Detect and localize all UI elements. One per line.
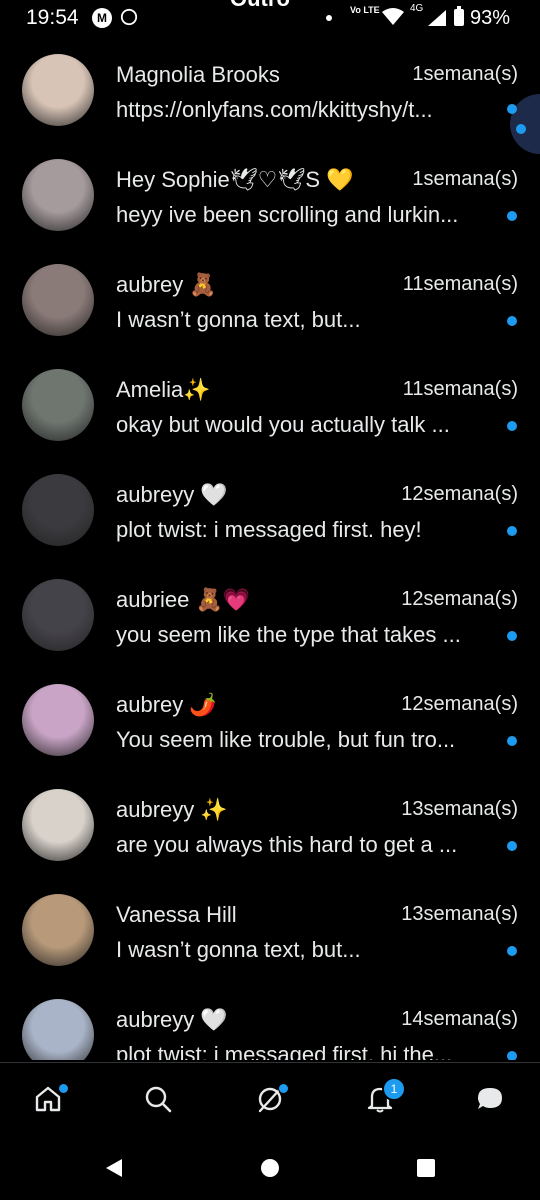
conversation-item[interactable]: aubriee 🧸💗 12semana(s) you seem like the… — [0, 563, 540, 668]
avatar[interactable] — [22, 369, 94, 441]
conversation-preview: https://onlyfans.com/kkittyshy/t... — [116, 97, 433, 122]
conversation-name: aubreyy 🤍 — [116, 1007, 228, 1032]
conversation-preview: you seem like the type that takes ... — [116, 622, 461, 647]
unread-dot-icon — [507, 211, 517, 221]
messages-icon — [478, 1088, 502, 1109]
conversation-item[interactable]: Magnolia Brooks 1semana(s) https://onlyf… — [0, 38, 540, 143]
search-icon — [145, 1086, 172, 1113]
notifications-badge: 1 — [382, 1077, 406, 1101]
nav-home-dot — [58, 1083, 69, 1094]
do-not-disturb-icon — [120, 8, 138, 26]
conversation-name: aubriee 🧸💗 — [116, 587, 251, 612]
avatar[interactable] — [22, 999, 94, 1060]
conversation-time: 1semana(s) — [412, 63, 518, 85]
unread-dot-icon — [507, 421, 517, 431]
volte-indicator: Vo LTE — [350, 5, 380, 15]
conversation-item[interactable]: aubrey 🌶️ 12semana(s) You seem like trou… — [0, 668, 540, 773]
conversation-item[interactable]: aubreyy 🤍 12semana(s) plot twist: i mess… — [0, 458, 540, 563]
conversation-name: Vanessa Hill — [116, 902, 237, 927]
conversation-name: aubreyy 🤍 — [116, 482, 228, 507]
avatar[interactable] — [22, 789, 94, 861]
unread-dot-icon — [507, 736, 517, 746]
home-circle-icon[interactable] — [258, 1156, 282, 1180]
nav-search-button[interactable] — [132, 1073, 184, 1125]
conversation-item[interactable]: Amelia✨ 11semana(s) okay but would you a… — [0, 353, 540, 458]
conversation-preview: okay but would you actually talk ... — [116, 412, 450, 437]
unread-dot-icon — [507, 841, 517, 851]
avatar[interactable] — [22, 54, 94, 126]
notification-dot-icon — [326, 15, 332, 21]
conversation-time: 14semana(s) — [401, 1008, 518, 1030]
avatar[interactable] — [22, 579, 94, 651]
conversation-item[interactable]: aubrey 🧸 11semana(s) I wasn’t gonna text… — [0, 248, 540, 353]
conversation-preview: heyy ive been scrolling and lurkin... — [116, 202, 459, 227]
unread-dot-icon — [507, 1051, 517, 1060]
bottom-nav: 1 — [0, 1062, 540, 1137]
conversation-time: 1semana(s) — [412, 168, 518, 190]
nav-grok-dot — [278, 1083, 289, 1094]
conversation-preview: I wasn’t gonna text, but... — [116, 307, 361, 332]
conversation-item[interactable]: Vanessa Hill 13semana(s) I wasn’t gonna … — [0, 878, 540, 983]
system-nav-bar — [0, 1136, 540, 1200]
avatar[interactable] — [22, 894, 94, 966]
conversation-name: Hey Sophie🕊♡🕊S 💛 — [116, 167, 354, 192]
conversation-preview: plot twist: i messaged first. hey! — [116, 517, 422, 542]
conversation-item[interactable]: aubreyy 🤍 14semana(s) plot twist: i mess… — [0, 983, 540, 1060]
recents-icon[interactable] — [414, 1156, 438, 1180]
conversation-time: 11semana(s) — [402, 273, 518, 295]
conversation-list[interactable]: Magnolia Brooks 1semana(s) https://onlyf… — [0, 38, 540, 1060]
battery-percent: 93% — [470, 7, 511, 29]
conversation-time: 12semana(s) — [401, 693, 518, 715]
conversation-name: aubreyy ✨ — [116, 797, 228, 822]
conversation-item[interactable]: Hey Sophie🕊♡🕊S 💛 1semana(s) heyy ive bee… — [0, 143, 540, 248]
battery-icon — [454, 6, 464, 26]
conversation-preview: are you always this hard to get a ... — [116, 832, 458, 857]
header-title: Outro — [230, 0, 290, 12]
avatar[interactable] — [22, 684, 94, 756]
motorola-logo-icon: M — [92, 8, 112, 28]
status-bar: 19:54 M Outro Vo LTE 4G 93% — [0, 0, 540, 38]
conversation-name: Amelia✨ — [116, 377, 211, 402]
conversation-preview: I wasn’t gonna text, but... — [116, 937, 361, 962]
conversation-name: Magnolia Brooks — [116, 62, 280, 87]
conversation-preview: plot twist: i messaged first. hi the... — [116, 1042, 453, 1060]
conversation-name: aubrey 🌶️ — [116, 692, 217, 717]
conversation-time: 11semana(s) — [402, 378, 518, 400]
unread-dot-icon — [507, 316, 517, 326]
conversation-name: aubrey 🧸 — [116, 272, 217, 297]
conversation-item[interactable]: aubreyy ✨ 13semana(s) are you always thi… — [0, 773, 540, 878]
unread-dot-icon — [507, 104, 517, 114]
unread-dot-icon — [507, 631, 517, 641]
conversation-time: 12semana(s) — [401, 588, 518, 610]
signal-icon — [428, 10, 446, 26]
conversation-time: 13semana(s) — [401, 903, 518, 925]
nav-notifications-button[interactable]: 1 — [354, 1073, 406, 1125]
unread-dot-icon — [507, 946, 517, 956]
conversation-time: 13semana(s) — [401, 798, 518, 820]
network-type: 4G — [410, 3, 424, 14]
conversation-time: 12semana(s) — [401, 483, 518, 505]
avatar[interactable] — [22, 264, 94, 336]
status-time: 19:54 — [26, 6, 79, 29]
back-icon[interactable] — [102, 1156, 126, 1180]
conversation-preview: You seem like trouble, but fun tro... — [116, 727, 456, 752]
nav-grok-button[interactable] — [244, 1073, 296, 1125]
avatar[interactable] — [22, 474, 94, 546]
nav-home-button[interactable] — [22, 1073, 74, 1125]
unread-dot-icon — [507, 526, 517, 536]
wifi-icon — [382, 8, 404, 25]
nav-messages-button[interactable] — [464, 1073, 516, 1125]
avatar[interactable] — [22, 159, 94, 231]
